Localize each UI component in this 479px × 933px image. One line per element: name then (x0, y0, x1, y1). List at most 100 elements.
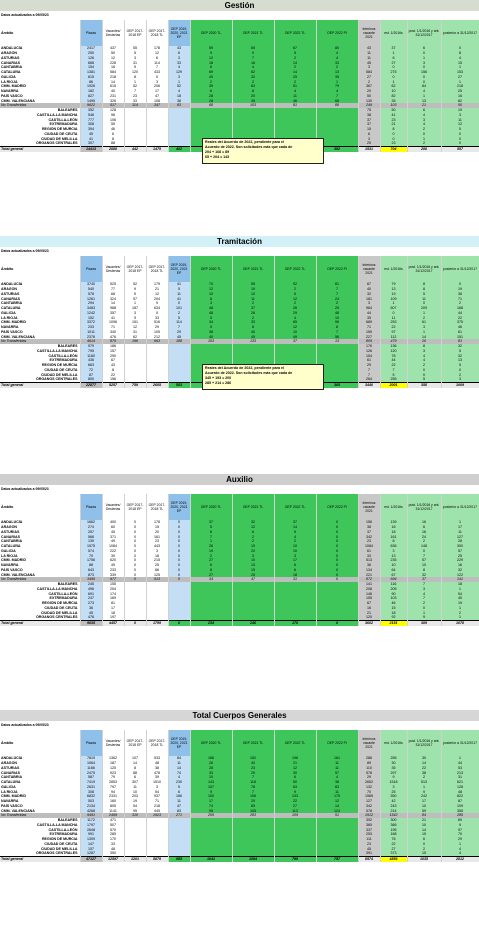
date-line: Datos actualizados a 09/05/23 (1, 487, 49, 491)
table-cell: 557 (441, 145, 479, 152)
table-cell: 583 (168, 381, 191, 388)
table-cell: 2001 (380, 381, 408, 388)
column-header: OEP 2021 TL (232, 256, 275, 282)
table-cell: 1094 (232, 855, 275, 862)
table-cell: 1041 (190, 855, 233, 862)
column-header: OEP 2022 PI (316, 494, 359, 520)
data-table: Ámbito Plazas Vacantes/ Desiertas OEP 2017-… (0, 20, 479, 152)
header-row: Ámbito Plazas Vacantes/ Desiertas OEP 2017-… (0, 730, 479, 756)
column-header: Interinos vacante 2021 (358, 730, 381, 756)
comment-note: Reales del Acuerdo de 2022, pendiente pa… (202, 138, 324, 164)
column-header: OEP 2017-2018 TL (146, 494, 169, 520)
row-label: Total general (0, 145, 81, 152)
data-table: Ámbito Plazas Vacantes/ Desiertas OEP 2017-… (0, 494, 479, 626)
comment-line: 65 + 204 = 143 (205, 155, 230, 159)
total-row: Total general 47127 12597 1201 5879 985 1041 10… (0, 855, 479, 862)
section-title: Total Cuerpos Generales (192, 711, 287, 720)
column-header: OEP 2021 TL (232, 494, 275, 520)
column-header: Plazas (80, 20, 103, 46)
section-title: Tramitación (217, 237, 262, 246)
table-cell: 1475 (146, 145, 169, 152)
column-header: Vacantes/ Desiertas (102, 494, 125, 520)
table-cell: 759 (124, 381, 147, 388)
table-cell: 47127 (80, 855, 103, 862)
table-cell: 14413 (80, 145, 103, 152)
column-header: Ámbito (0, 256, 81, 282)
table-cell: 288 (407, 145, 442, 152)
column-header: OEP 2019, 2020, 2021 EP (168, 730, 191, 756)
total-row: Total general 9835 4457 0 1799 0 234 246 170 0 360… (0, 619, 479, 626)
table-cell: 1531 (358, 145, 381, 152)
section-title: Gestión (224, 1, 255, 10)
table-cell: 246 (232, 619, 275, 626)
section-header: Tramitación (0, 236, 479, 249)
header-row: Ámbito Plazas Vacantes/ Desiertas OEP 2017-… (0, 20, 479, 46)
column-header: OEP 2017-2018 TL (146, 256, 169, 282)
column-header: posterior a 31/12/2017 (441, 730, 479, 756)
table-cell: 442 (124, 145, 147, 152)
column-header: OEP 2022 TL (274, 494, 317, 520)
table-cell: 8574 (358, 855, 381, 862)
table-cell: 0 (316, 619, 359, 626)
column-header: OEP 2021 TL (232, 730, 275, 756)
column-header: OEP 2022 PI (316, 730, 359, 756)
column-header: OEP 2020 TL (190, 256, 233, 282)
table-cell: 3440 (358, 381, 381, 388)
table-cell: 5257 (102, 381, 125, 388)
table-cell: 2151 (380, 619, 408, 626)
table-cell: 2605 (146, 381, 169, 388)
column-header: OEP 2022 TL (274, 730, 317, 756)
table-cell: 402 (168, 145, 191, 152)
column-header: Plazas (80, 730, 103, 756)
table-cell: 5879 (146, 855, 169, 862)
column-header: Ámbito (0, 494, 81, 520)
table-cell: 757 (316, 855, 359, 862)
table-cell: 22877 (80, 381, 103, 388)
table-cell: 1201 (124, 855, 147, 862)
column-header: OEP 2021 TL (232, 20, 275, 46)
column-header: OEP 2022 PI (316, 256, 359, 282)
table-cell: 4856 (380, 855, 408, 862)
header-row: Ámbito Plazas Vacantes/ Desiertas OEP 2017-… (0, 256, 479, 282)
column-header: Interinos vacante 2021 (358, 20, 381, 46)
table-cell: 1078 (441, 619, 479, 626)
column-header: OEP 2022 TL (274, 20, 317, 46)
table-cell: 4457 (102, 619, 125, 626)
section-header: Total Cuerpos Generales (0, 710, 479, 723)
column-header: OEP 2017-2018 EP (124, 730, 147, 756)
table-cell: 170 (274, 619, 317, 626)
column-header: OEP 2020 TL (190, 494, 233, 520)
table-cell: 1799 (146, 619, 169, 626)
column-header: est. 1/2016s (380, 494, 408, 520)
column-header: Plazas (80, 494, 103, 520)
column-header: OEP 2017-2018 TL (146, 20, 169, 46)
table-cell: 0 (168, 619, 191, 626)
table-cell: 389 (407, 619, 442, 626)
column-header: post. 1/1/2016 y ant. 31/12/2017 (407, 730, 442, 756)
section-header: Auxilio (0, 474, 479, 487)
date-line: Datos actualizados a 09/05/23 (1, 723, 49, 727)
column-header: OEP 2017-2018 EP (124, 256, 147, 282)
column-header: est. 1/2016s (380, 256, 408, 282)
column-header: Ámbito (0, 20, 81, 46)
column-header: posterior a 31/12/2017 (441, 494, 479, 520)
column-header: OEP 2022 TL (274, 256, 317, 282)
table-cell: 985 (168, 855, 191, 862)
table-cell: 799 (274, 855, 317, 862)
column-header: OEP 2020 TL (190, 730, 233, 756)
column-header: Plazas (80, 256, 103, 282)
column-header: Vacantes/ Desiertas (102, 730, 125, 756)
column-header: OEP 2020 TL (190, 20, 233, 46)
column-header: Interinos vacante 2021 (358, 494, 381, 520)
table-cell: 0 (124, 619, 147, 626)
column-header: post. 1/1/2016 y ant. 31/12/2017 (407, 256, 442, 282)
table-cell: 1009 (441, 381, 479, 388)
column-header: OEP 2017-2018 EP (124, 20, 147, 46)
header-row: Ámbito Plazas Vacantes/ Desiertas OEP 2017-… (0, 494, 479, 520)
column-header: Ámbito (0, 730, 81, 756)
row-label: Total general (0, 619, 81, 626)
column-header: OEP 2019, 2020, 2021 EP (168, 20, 191, 46)
column-header: OEP 2019, 2020, 2021 EP (168, 494, 191, 520)
column-header: est. 1/2016s (380, 20, 408, 46)
column-header: OEP 2019, 2020, 2021 EP (168, 256, 191, 282)
